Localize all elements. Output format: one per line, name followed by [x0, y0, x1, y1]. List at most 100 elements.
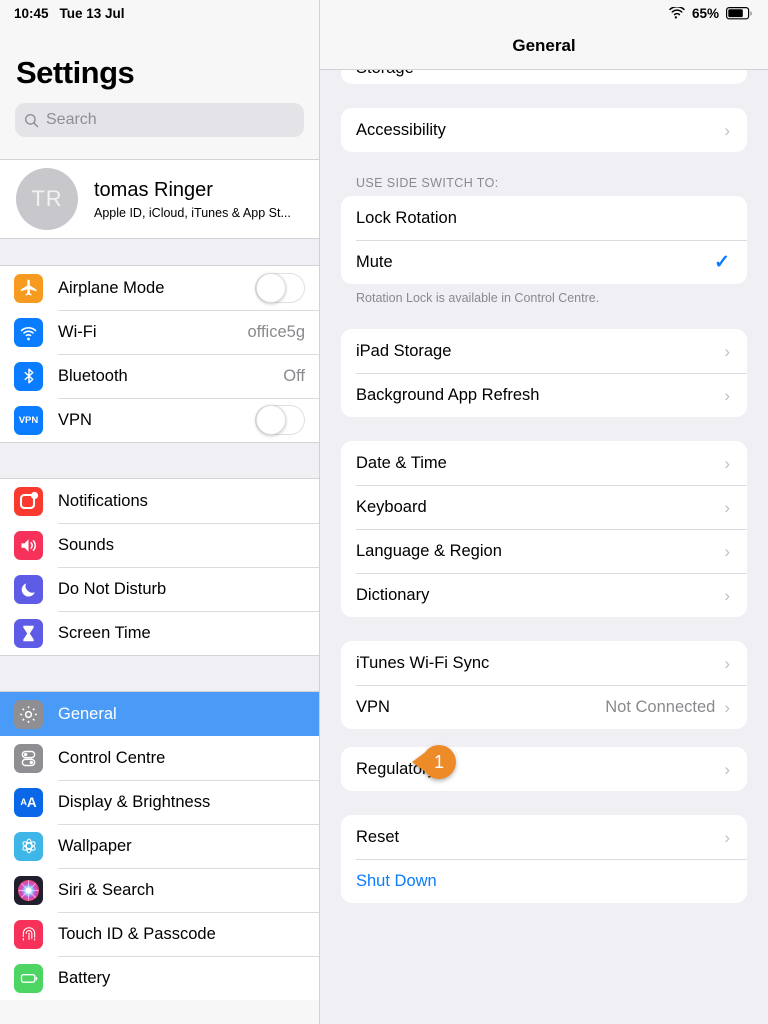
- row-vpn[interactable]: VPN Not Connected ›: [341, 685, 747, 729]
- sidebar-item-vpn[interactable]: VPN VPN: [0, 398, 319, 442]
- row-label: iTunes Wi-Fi Sync: [356, 653, 490, 672]
- sidebar-item-label: Airplane Mode: [58, 278, 165, 297]
- airplane-mode-toggle[interactable]: [255, 273, 305, 303]
- sidebar-item-airplane-mode[interactable]: Airplane Mode: [0, 266, 319, 310]
- vpn-status-value: Not Connected: [605, 697, 716, 716]
- sidebar-item-bluetooth[interactable]: Bluetooth Off: [0, 354, 319, 398]
- sidebar-group-system: General Control Centre AA Display & Brig…: [0, 692, 319, 1000]
- general-detail-pane: 65% General Storage Accessibility ›: [320, 0, 768, 1024]
- sidebar-item-do-not-disturb[interactable]: Do Not Disturb: [0, 567, 319, 611]
- fingerprint-icon: [14, 919, 43, 949]
- avatar: TR: [16, 168, 78, 230]
- row-accessibility[interactable]: Accessibility ›: [341, 108, 747, 152]
- row-mute[interactable]: Mute ✓: [341, 240, 747, 284]
- search-input[interactable]: Search: [15, 103, 304, 137]
- sidebar-item-label: Sounds: [58, 535, 114, 554]
- sidebar-item-label: Wi-Fi: [58, 322, 97, 341]
- sidebar-item-control-centre[interactable]: Control Centre: [0, 736, 319, 780]
- sidebar-item-wifi[interactable]: Wi-Fi office5g: [0, 310, 319, 354]
- row-keyboard[interactable]: Keyboard ›: [341, 485, 747, 529]
- section-header-side-switch: USE SIDE SWITCH TO:: [356, 176, 499, 190]
- sidebar-item-siri-search[interactable]: Siri & Search: [0, 868, 319, 912]
- sidebar-item-screen-time[interactable]: Screen Time: [0, 611, 319, 655]
- settings-scroll-area[interactable]: Storage Accessibility › USE SIDE SWITCH …: [320, 70, 768, 1024]
- chevron-right-icon: ›: [724, 120, 730, 140]
- sidebar-item-label: Touch ID & Passcode: [58, 924, 216, 943]
- sidebar-group-gap: [0, 238, 319, 266]
- annotation-callout-1: 1: [412, 745, 456, 779]
- row-dictionary[interactable]: Dictionary ›: [341, 573, 747, 617]
- bluetooth-state-value: Off: [283, 366, 305, 385]
- row-label: Language & Region: [356, 541, 502, 560]
- navigation-bar: 65% General: [320, 0, 768, 70]
- sidebar-item-label: Screen Time: [58, 623, 151, 642]
- search-placeholder: Search: [46, 111, 97, 128]
- row-label: Accessibility: [356, 120, 446, 139]
- sidebar-item-label: VPN: [58, 410, 92, 429]
- row-background-app-refresh[interactable]: Background App Refresh ›: [341, 373, 747, 417]
- section-accessibility: Accessibility ›: [341, 108, 747, 152]
- callout-number: 1: [422, 745, 456, 779]
- row-ipad-storage[interactable]: iPad Storage ›: [341, 329, 747, 373]
- chevron-right-icon: ›: [724, 697, 730, 717]
- sidebar-item-notifications[interactable]: Notifications: [0, 479, 319, 523]
- row-label: Shut Down: [356, 871, 437, 890]
- chevron-right-icon: ›: [724, 759, 730, 779]
- section-regulatory: Regulatory ›: [341, 747, 747, 791]
- row-lock-rotation[interactable]: Lock Rotation: [341, 196, 747, 240]
- sidebar-item-label: Control Centre: [58, 748, 166, 767]
- bluetooth-icon: [14, 361, 43, 391]
- status-bar-time: 10:45: [14, 5, 49, 21]
- airplane-icon: [14, 273, 43, 303]
- section-side-switch: Lock Rotation Mute ✓: [341, 196, 747, 284]
- sidebar-item-display-brightness[interactable]: AA Display & Brightness: [0, 780, 319, 824]
- profile-subtitle: Apple ID, iCloud, iTunes & App St...: [94, 205, 291, 220]
- chevron-right-icon: ›: [724, 585, 730, 605]
- chevron-right-icon: ›: [724, 453, 730, 473]
- wifi-icon: [669, 7, 685, 19]
- vpn-toggle[interactable]: [255, 405, 305, 435]
- sidebar-item-label: Siri & Search: [58, 880, 155, 899]
- chevron-right-icon: ›: [724, 341, 730, 361]
- row-label: Background App Refresh: [356, 385, 540, 404]
- row-label: Mute: [356, 252, 393, 271]
- wallpaper-icon: [14, 831, 43, 861]
- row-language-region[interactable]: Language & Region ›: [341, 529, 747, 573]
- row-shut-down[interactable]: Shut Down: [341, 859, 747, 903]
- row-regulatory[interactable]: Regulatory ›: [341, 747, 747, 791]
- sidebar-item-battery[interactable]: Battery: [0, 956, 319, 1000]
- sidebar-item-general[interactable]: General: [0, 692, 319, 736]
- gear-icon: [14, 699, 43, 729]
- section-storage: iPad Storage › Background App Refresh ›: [341, 329, 747, 417]
- clipped-row-above[interactable]: Storage: [341, 70, 747, 84]
- status-bar-left: 10:45 Tue 13 Jul: [0, 0, 319, 26]
- row-reset[interactable]: Reset ›: [341, 815, 747, 859]
- notifications-icon: [14, 486, 43, 516]
- clipped-row-label: Storage: [356, 70, 414, 78]
- section-localization: Date & Time › Keyboard › Language & Regi…: [341, 441, 747, 617]
- checkmark-icon: ✓: [714, 251, 730, 273]
- chevron-right-icon: ›: [724, 827, 730, 847]
- row-itunes-wifi-sync[interactable]: iTunes Wi-Fi Sync ›: [341, 641, 747, 685]
- chevron-right-icon: ›: [724, 541, 730, 561]
- apple-id-profile-row[interactable]: TR tomas Ringer Apple ID, iCloud, iTunes…: [0, 160, 319, 238]
- profile-text: tomas Ringer Apple ID, iCloud, iTunes & …: [94, 179, 291, 220]
- control-centre-icon: [14, 743, 43, 773]
- wifi-network-value: office5g: [247, 322, 306, 341]
- toggle-knob: [256, 273, 286, 303]
- row-date-time[interactable]: Date & Time ›: [341, 441, 747, 485]
- sidebar-item-wallpaper[interactable]: Wallpaper: [0, 824, 319, 868]
- sidebar-item-touch-id-passcode[interactable]: Touch ID & Passcode: [0, 912, 319, 956]
- chevron-right-icon: ›: [724, 653, 730, 673]
- row-label: VPN: [356, 697, 390, 716]
- section-reset: Reset › Shut Down: [341, 815, 747, 903]
- sidebar-item-sounds[interactable]: Sounds: [0, 523, 319, 567]
- sidebar-group-gap: [0, 442, 319, 479]
